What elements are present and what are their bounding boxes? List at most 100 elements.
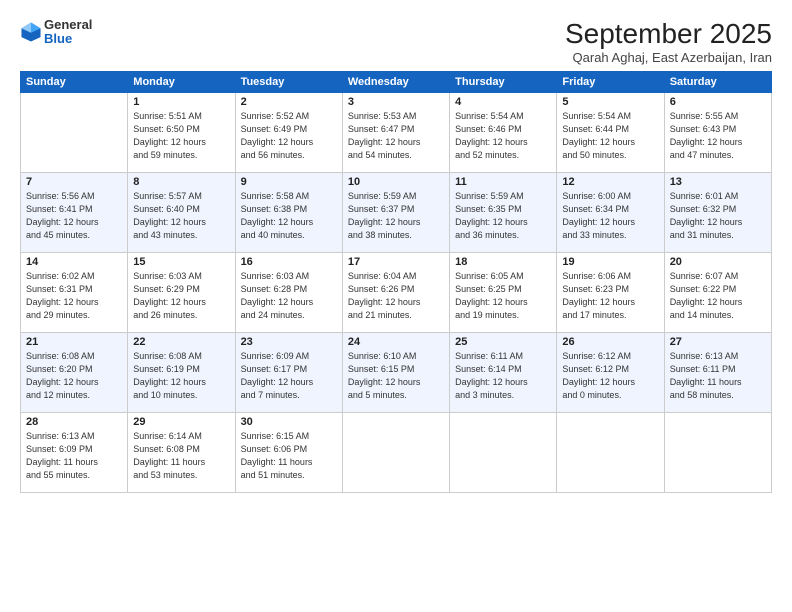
cell-info: Sunrise: 6:06 AM Sunset: 6:23 PM Dayligh… [562, 270, 658, 322]
day-number: 6 [670, 96, 766, 108]
cell-info: Sunrise: 6:02 AM Sunset: 6:31 PM Dayligh… [26, 270, 122, 322]
table-row: 22Sunrise: 6:08 AM Sunset: 6:19 PM Dayli… [128, 333, 235, 413]
table-row: 8 Sunrise: 5:57 AM Sunset: 6:40 PM Daylig… [128, 173, 235, 253]
table-row: 14 Sunrise: 6:02 AM Sunset: 6:31 PM Dayli… [21, 253, 128, 333]
day-number: 8 [133, 176, 229, 188]
table-row: 2Sunrise: 5:52 AM Sunset: 6:49 PM Daylig… [235, 93, 342, 173]
page: General Blue September 2025 Qarah Aghaj,… [0, 0, 792, 612]
calendar-week-row: 21 Sunrise: 6:08 AM Sunset: 6:20 PM Dayli… [21, 333, 772, 413]
calendar-week-row: 14 Sunrise: 6:02 AM Sunset: 6:31 PM Dayli… [21, 253, 772, 333]
table-row: 23 Sunrise: 6:09 AM Sunset: 6:17 PM Dayli… [235, 333, 342, 413]
cell-info: Sunrise: 6:00 AM Sunset: 6:34 PM Dayligh… [562, 190, 658, 242]
table-row: 16Sunrise: 6:03 AM Sunset: 6:28 PM Dayli… [235, 253, 342, 333]
cell-info: Sunrise: 5:59 AM Sunset: 6:37 PM Dayligh… [348, 190, 444, 242]
title-block: September 2025 Qarah Aghaj, East Azerbai… [565, 18, 772, 65]
col-tuesday: Tuesday [235, 72, 342, 93]
table-row: 12 Sunrise: 6:00 AM Sunset: 6:34 PM Dayli… [557, 173, 664, 253]
table-row: 29 Sunrise: 6:14 AM Sunset: 6:08 PM Dayli… [128, 413, 235, 493]
table-row: 25 Sunrise: 6:11 AM Sunset: 6:14 PM Dayli… [450, 333, 557, 413]
day-number: 20 [670, 256, 766, 268]
day-number: 30 [241, 416, 337, 428]
table-row: 6 Sunrise: 5:55 AM Sunset: 6:43 PM Daylig… [664, 93, 771, 173]
cell-info: Sunrise: 6:09 AM Sunset: 6:17 PM Dayligh… [241, 350, 337, 402]
logo-blue: Blue [44, 32, 92, 46]
calendar-header-row: Sunday Monday Tuesday Wednesday Thursday… [21, 72, 772, 93]
day-number: 27 [670, 336, 766, 348]
table-row: 3 Sunrise: 5:53 AM Sunset: 6:47 PM Daylig… [342, 93, 449, 173]
table-row: 1 Sunrise: 5:51 AM Sunset: 6:50 PM Daylig… [128, 93, 235, 173]
location-subtitle: Qarah Aghaj, East Azerbaijan, Iran [565, 50, 772, 65]
cell-info: Sunrise: 5:55 AM Sunset: 6:43 PM Dayligh… [670, 110, 766, 162]
table-row: 4 Sunrise: 5:54 AM Sunset: 6:46 PM Daylig… [450, 93, 557, 173]
table-row: 21 Sunrise: 6:08 AM Sunset: 6:20 PM Dayli… [21, 333, 128, 413]
day-number: 14 [26, 256, 122, 268]
day-number: 23 [241, 336, 337, 348]
day-number: 1 [133, 96, 229, 108]
col-monday: Monday [128, 72, 235, 93]
day-number: 11 [455, 176, 551, 188]
day-number: 26 [562, 336, 658, 348]
cell-info: Sunrise: 6:10 AM Sunset: 6:15 PM Dayligh… [348, 350, 444, 402]
cell-info: Sunrise: 6:15 AM Sunset: 6:06 PM Dayligh… [241, 430, 337, 482]
day-number: 17 [348, 256, 444, 268]
cell-info: Sunrise: 6:14 AM Sunset: 6:08 PM Dayligh… [133, 430, 229, 482]
header: General Blue September 2025 Qarah Aghaj,… [20, 18, 772, 65]
table-row: 9 Sunrise: 5:58 AM Sunset: 6:38 PM Daylig… [235, 173, 342, 253]
cell-info: Sunrise: 6:12 AM Sunset: 6:12 PM Dayligh… [562, 350, 658, 402]
logo-icon [20, 21, 42, 43]
calendar-week-row: 28Sunrise: 6:13 AM Sunset: 6:09 PM Dayli… [21, 413, 772, 493]
day-number: 9 [241, 176, 337, 188]
col-saturday: Saturday [664, 72, 771, 93]
table-row: 20 Sunrise: 6:07 AM Sunset: 6:22 PM Dayli… [664, 253, 771, 333]
cell-info: Sunrise: 6:05 AM Sunset: 6:25 PM Dayligh… [455, 270, 551, 322]
day-number: 2 [241, 96, 337, 108]
day-number: 18 [455, 256, 551, 268]
cell-info: Sunrise: 6:03 AM Sunset: 6:28 PM Dayligh… [241, 270, 337, 322]
table-row: 28Sunrise: 6:13 AM Sunset: 6:09 PM Dayli… [21, 413, 128, 493]
day-number: 4 [455, 96, 551, 108]
cell-info: Sunrise: 5:53 AM Sunset: 6:47 PM Dayligh… [348, 110, 444, 162]
logo: General Blue [20, 18, 92, 47]
cell-info: Sunrise: 6:07 AM Sunset: 6:22 PM Dayligh… [670, 270, 766, 322]
col-friday: Friday [557, 72, 664, 93]
day-number: 15 [133, 256, 229, 268]
cell-info: Sunrise: 6:08 AM Sunset: 6:20 PM Dayligh… [26, 350, 122, 402]
cell-info: Sunrise: 5:56 AM Sunset: 6:41 PM Dayligh… [26, 190, 122, 242]
day-number: 12 [562, 176, 658, 188]
day-number: 22 [133, 336, 229, 348]
cell-info: Sunrise: 5:58 AM Sunset: 6:38 PM Dayligh… [241, 190, 337, 242]
table-row: 27 Sunrise: 6:13 AM Sunset: 6:11 PM Dayli… [664, 333, 771, 413]
table-row: 26 Sunrise: 6:12 AM Sunset: 6:12 PM Dayli… [557, 333, 664, 413]
logo-general: General [44, 18, 92, 32]
logo-text: General Blue [44, 18, 92, 47]
day-number: 21 [26, 336, 122, 348]
cell-info: Sunrise: 6:11 AM Sunset: 6:14 PM Dayligh… [455, 350, 551, 402]
day-number: 25 [455, 336, 551, 348]
cell-info: Sunrise: 5:57 AM Sunset: 6:40 PM Dayligh… [133, 190, 229, 242]
cell-info: Sunrise: 5:54 AM Sunset: 6:46 PM Dayligh… [455, 110, 551, 162]
col-wednesday: Wednesday [342, 72, 449, 93]
table-row: 11 Sunrise: 5:59 AM Sunset: 6:35 PM Dayli… [450, 173, 557, 253]
table-row: 13Sunrise: 6:01 AM Sunset: 6:32 PM Dayli… [664, 173, 771, 253]
table-row [557, 413, 664, 493]
table-row [342, 413, 449, 493]
day-number: 24 [348, 336, 444, 348]
day-number: 29 [133, 416, 229, 428]
day-number: 3 [348, 96, 444, 108]
cell-info: Sunrise: 6:03 AM Sunset: 6:29 PM Dayligh… [133, 270, 229, 322]
cell-info: Sunrise: 5:59 AM Sunset: 6:35 PM Dayligh… [455, 190, 551, 242]
cell-info: Sunrise: 6:01 AM Sunset: 6:32 PM Dayligh… [670, 190, 766, 242]
cell-info: Sunrise: 5:51 AM Sunset: 6:50 PM Dayligh… [133, 110, 229, 162]
day-number: 10 [348, 176, 444, 188]
table-row: 10 Sunrise: 5:59 AM Sunset: 6:37 PM Dayli… [342, 173, 449, 253]
table-row: 18 Sunrise: 6:05 AM Sunset: 6:25 PM Dayli… [450, 253, 557, 333]
table-row [21, 93, 128, 173]
table-row [450, 413, 557, 493]
day-number: 5 [562, 96, 658, 108]
month-year-title: September 2025 [565, 18, 772, 50]
col-sunday: Sunday [21, 72, 128, 93]
table-row: 5Sunrise: 5:54 AM Sunset: 6:44 PM Daylig… [557, 93, 664, 173]
cell-info: Sunrise: 6:13 AM Sunset: 6:11 PM Dayligh… [670, 350, 766, 402]
day-number: 28 [26, 416, 122, 428]
calendar-table: Sunday Monday Tuesday Wednesday Thursday… [20, 71, 772, 493]
